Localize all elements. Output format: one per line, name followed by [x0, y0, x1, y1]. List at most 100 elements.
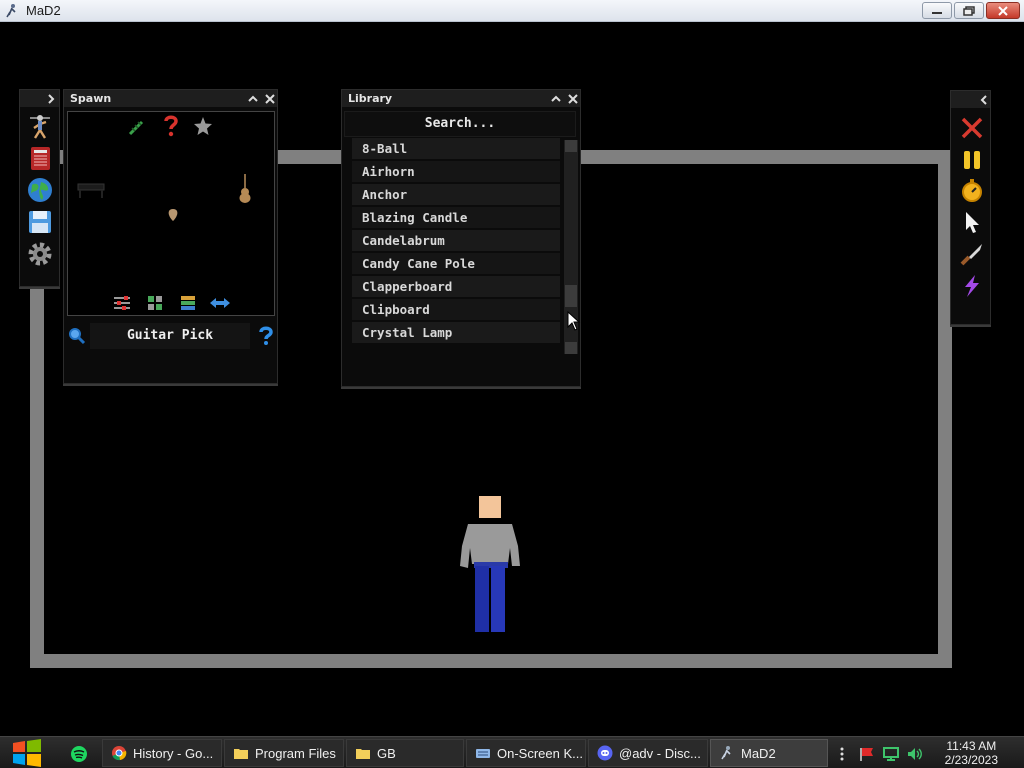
library-close-button[interactable] — [565, 91, 580, 106]
chevron-up-icon — [247, 95, 258, 102]
guitar-pick-icon[interactable] — [167, 208, 179, 222]
taskbar-item-mad2[interactable]: MaD2 — [710, 739, 828, 767]
spawn-collapse-button[interactable] — [245, 91, 260, 106]
left-toolbar-header — [20, 90, 59, 107]
guitar-icon[interactable] — [238, 174, 252, 204]
window-title-bar: MaD2 — [0, 0, 1024, 22]
list-icon[interactable] — [178, 294, 198, 312]
gear-icon[interactable] — [26, 240, 54, 268]
taskbar-item-onscreen-keyboard[interactable]: On-Screen K... — [466, 739, 586, 767]
close-icon — [264, 93, 275, 104]
maximize-button[interactable] — [954, 2, 984, 19]
chevron-left-icon — [980, 94, 987, 105]
wall-floor — [30, 654, 952, 668]
library-item[interactable]: Clapperboard — [352, 276, 560, 297]
network-icon[interactable] — [882, 746, 900, 762]
spawn-close-button[interactable] — [262, 91, 277, 106]
swap-arrows-icon[interactable] — [208, 295, 232, 311]
knife-icon[interactable] — [959, 241, 985, 267]
taskbar-item-label: GB — [377, 745, 396, 761]
help-icon[interactable] — [257, 326, 275, 346]
start-windows-icon[interactable] — [10, 739, 44, 767]
save-icon[interactable] — [26, 208, 54, 236]
collapse-toolbar-button[interactable] — [976, 92, 991, 107]
sliders-icon[interactable] — [112, 294, 132, 312]
figure-icon[interactable] — [26, 112, 54, 140]
spotify-icon[interactable] — [70, 745, 88, 763]
library-panel-title: Library — [348, 92, 393, 105]
human-leg-left[interactable] — [475, 566, 489, 632]
stopwatch-icon[interactable] — [959, 177, 985, 203]
chevron-right-icon — [47, 93, 54, 104]
library-item[interactable]: Anchor — [352, 184, 560, 205]
library-item[interactable]: Clipboard — [352, 299, 560, 320]
spawn-panel-header[interactable]: Spawn — [64, 90, 277, 107]
chrome-icon — [112, 746, 127, 761]
library-panel: Library Search... 8-Ball Airhorn Anchor … — [341, 89, 581, 387]
folder-icon — [234, 749, 248, 759]
piano-icon[interactable] — [76, 182, 106, 200]
grid-icon[interactable] — [145, 294, 165, 312]
volume-icon[interactable] — [906, 746, 924, 762]
library-item[interactable]: Blazing Candle — [352, 207, 560, 228]
notebook-icon[interactable] — [26, 144, 54, 172]
taskbar-item-label: @adv - Disc... — [619, 745, 701, 761]
close-button[interactable] — [986, 2, 1020, 19]
right-toolbar-header — [951, 91, 990, 108]
lightning-icon[interactable] — [959, 273, 985, 299]
star-icon[interactable] — [192, 115, 214, 137]
human-head[interactable] — [479, 496, 501, 518]
app-icon — [6, 3, 16, 17]
ragdoll-human[interactable] — [458, 496, 524, 634]
library-search-input[interactable]: Search... — [344, 111, 576, 137]
taskbar-item-program-files[interactable]: Program Files — [224, 739, 344, 767]
syringe-icon[interactable] — [126, 116, 148, 138]
question-icon[interactable] — [160, 114, 182, 138]
globe-icon[interactable] — [26, 176, 54, 204]
library-collapse-button[interactable] — [548, 91, 563, 106]
taskbar-item-label: MaD2 — [741, 745, 776, 761]
folder-icon — [356, 749, 370, 759]
expand-toolbar-button[interactable] — [43, 91, 58, 106]
pause-icon[interactable] — [959, 147, 985, 173]
overflow-menu-icon[interactable] — [838, 746, 846, 762]
flag-icon[interactable] — [858, 746, 876, 762]
spawn-item-area[interactable] — [67, 111, 275, 316]
taskbar-item-label: On-Screen K... — [497, 745, 583, 761]
taskbar-item-discord[interactable]: @adv - Disc... — [588, 739, 708, 767]
window-title: MaD2 — [26, 3, 61, 18]
system-clock[interactable]: 11:43 AM 2/23/2023 — [945, 739, 998, 767]
spawn-footer: Guitar Pick — [64, 322, 279, 352]
close-icon — [567, 93, 578, 104]
mad2-app-icon — [721, 746, 731, 760]
mouse-cursor-icon — [567, 311, 581, 331]
scrollbar-thumb[interactable] — [565, 285, 577, 307]
taskbar-item-chrome[interactable]: History - Go... — [102, 739, 222, 767]
scroll-up-button[interactable] — [565, 140, 577, 152]
cursor-icon[interactable] — [959, 209, 985, 235]
magnifier-icon[interactable] — [68, 327, 86, 345]
discord-icon — [597, 745, 613, 761]
restore-icon — [963, 5, 975, 16]
close-x-icon[interactable] — [959, 115, 985, 141]
clock-date: 2/23/2023 — [944, 753, 998, 767]
spawn-panel-title: Spawn — [70, 92, 112, 105]
spawn-selected-item[interactable]: Guitar Pick — [90, 323, 250, 349]
clock-time: 11:43 AM — [946, 739, 997, 753]
chevron-up-icon — [550, 95, 561, 102]
human-torso[interactable] — [460, 524, 520, 568]
taskbar-item-gb[interactable]: GB — [346, 739, 464, 767]
library-panel-header[interactable]: Library — [342, 90, 580, 107]
close-icon — [998, 5, 1008, 16]
library-item[interactable]: Airhorn — [352, 161, 560, 182]
minimize-icon — [932, 11, 942, 14]
library-item[interactable]: Crystal Lamp — [352, 322, 560, 343]
library-item[interactable]: Candy Cane Pole — [352, 253, 560, 274]
human-leg-right[interactable] — [491, 566, 505, 632]
library-item[interactable]: Candelabrum — [352, 230, 560, 251]
scroll-down-button[interactable] — [565, 342, 577, 354]
minimize-button[interactable] — [922, 2, 952, 19]
left-toolbar — [19, 89, 60, 287]
library-item[interactable]: 8-Ball — [352, 138, 560, 159]
keyboard-icon — [476, 749, 490, 758]
